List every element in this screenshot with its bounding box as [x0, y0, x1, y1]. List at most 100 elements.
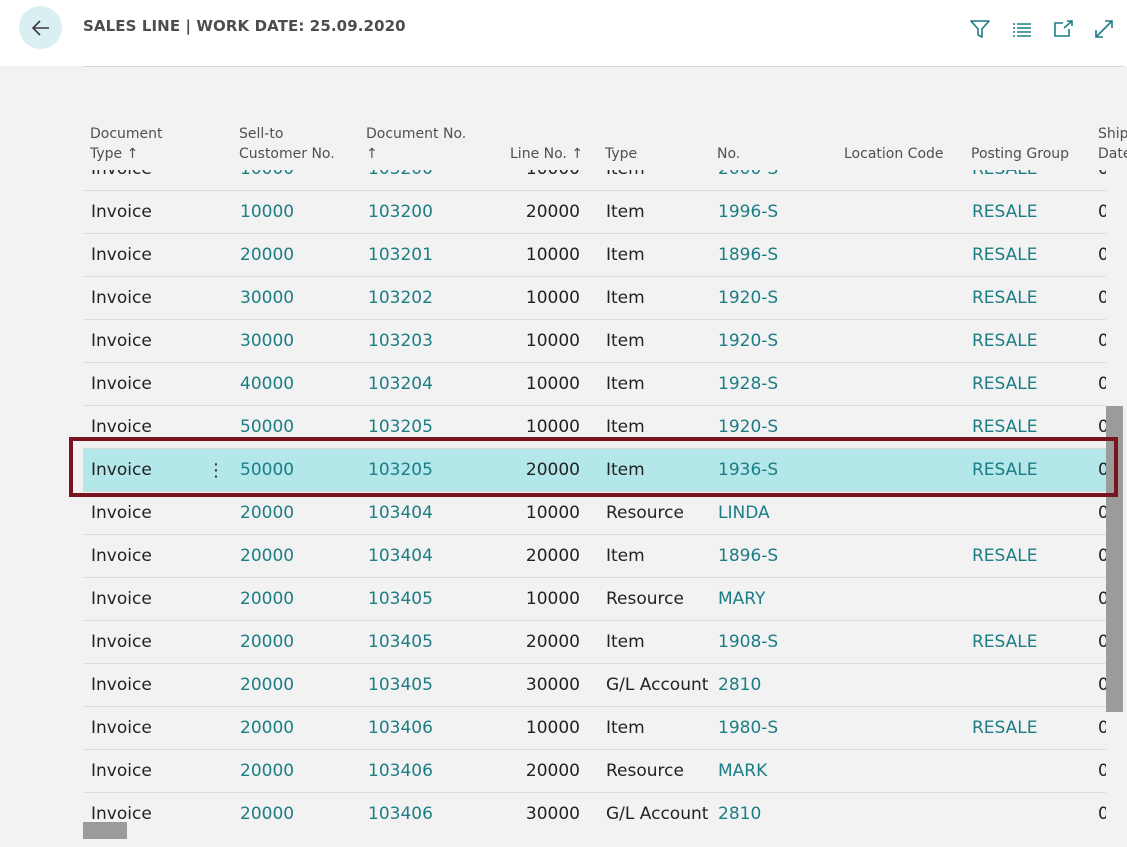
list-view-icon[interactable] — [1011, 18, 1033, 40]
cell-posting-group[interactable]: RESALE — [972, 535, 1038, 578]
cell-customer-no[interactable]: 50000 — [240, 406, 294, 449]
cell-no[interactable]: 1920-S — [718, 320, 778, 363]
cell-document-no[interactable]: 103200 — [368, 191, 433, 234]
row-actions-menu-icon[interactable]: ⋮ — [207, 449, 225, 492]
cell-no[interactable]: 1980-S — [718, 707, 778, 750]
table-row[interactable]: Invoice 20000 103406 20000 Resource MARK 0 — [83, 750, 1106, 793]
cell-customer-no[interactable]: 20000 — [240, 492, 294, 535]
cell-posting-group[interactable]: RESALE — [972, 277, 1038, 320]
cell-no[interactable]: 1896-S — [718, 535, 778, 578]
cell-document-no[interactable]: 103404 — [368, 535, 433, 578]
cell-no[interactable]: 2810 — [718, 793, 761, 822]
table-row[interactable]: Invoice 20000 103405 30000 G/L Account 2810 0 — [83, 664, 1106, 707]
horizontal-scrollbar[interactable] — [83, 822, 1106, 839]
cell-document-no[interactable]: 103405 — [368, 578, 433, 621]
filter-icon[interactable] — [969, 18, 991, 40]
column-header-document-no[interactable]: Document No. ↑ — [366, 124, 466, 164]
column-header-document-type[interactable]: Document Type ↑ — [90, 124, 163, 164]
table-row[interactable]: Invoice 40000 103204 10000 Item 1928-S RESALE 0 — [83, 363, 1106, 406]
table-row[interactable]: Invoice 20000 103405 10000 Resource MARY 0 — [83, 578, 1106, 621]
cell-customer-no[interactable]: 10000 — [240, 191, 294, 234]
table-row[interactable]: Invoice 20000 103404 20000 Item 1896-S RESALE 0 — [83, 535, 1106, 578]
cell-shipment-date: 0 — [1098, 503, 1106, 523]
cell-no[interactable]: 1996-S — [718, 191, 778, 234]
back-button[interactable] — [19, 6, 62, 49]
table-row-selected[interactable]: Invoice 50000 103205 20000 Item 1936-S RESALE 0… — [83, 449, 1106, 492]
sort-ascending-icon: ↑ — [126, 146, 139, 162]
cell-customer-no[interactable]: 20000 — [240, 750, 294, 793]
table-row[interactable]: Invoice 20000 103404 10000 Resource LINDA 0 — [83, 492, 1106, 535]
horizontal-scrollbar-thumb[interactable] — [83, 822, 127, 839]
table-row[interactable]: Invoice 20000 103201 10000 Item 1896-S RESALE 0 — [83, 234, 1106, 277]
cell-customer-no[interactable]: 10000 — [240, 170, 294, 191]
cell-posting-group[interactable]: RESALE — [972, 234, 1038, 277]
cell-document-no[interactable]: 103205 — [368, 449, 433, 492]
cell-document-no[interactable]: 103201 — [368, 234, 433, 277]
cell-shipment-date: 0 — [1098, 675, 1106, 695]
column-header-line-no[interactable]: Line No. ↑ — [510, 144, 583, 164]
cell-document-no[interactable]: 103405 — [368, 621, 433, 664]
cell-no[interactable]: 1936-S — [718, 449, 778, 492]
cell-document-no[interactable]: 103406 — [368, 793, 433, 822]
cell-no[interactable]: 1920-S — [718, 277, 778, 320]
cell-type: Item — [606, 417, 645, 437]
column-header-no[interactable]: No. — [717, 144, 740, 164]
cell-document-no[interactable]: 103406 — [368, 707, 433, 750]
cell-document-no[interactable]: 103405 — [368, 664, 433, 707]
cell-posting-group[interactable]: RESALE — [972, 621, 1038, 664]
cell-document-no[interactable]: 103200 — [368, 170, 433, 191]
cell-posting-group[interactable]: RESALE — [972, 320, 1038, 363]
table-row[interactable]: Invoice 10000 103200 10000 Item 2000-S RESALE 0 — [83, 170, 1106, 191]
cell-no[interactable]: 1920-S — [718, 406, 778, 449]
cell-no[interactable]: 2000-S — [718, 170, 778, 191]
cell-document-no[interactable]: 103202 — [368, 277, 433, 320]
cell-document-no[interactable]: 103203 — [368, 320, 433, 363]
cell-posting-group[interactable]: RESALE — [972, 191, 1038, 234]
cell-customer-no[interactable]: 50000 — [240, 449, 294, 492]
vertical-scrollbar-thumb[interactable] — [1106, 406, 1123, 712]
cell-no[interactable]: MARK — [718, 750, 767, 793]
cell-type: Item — [606, 460, 645, 480]
cell-no[interactable]: MARY — [718, 578, 765, 621]
cell-document-no[interactable]: 103406 — [368, 750, 433, 793]
cell-customer-no[interactable]: 40000 — [240, 363, 294, 406]
cell-shipment-date: 0 — [1098, 546, 1106, 566]
cell-customer-no[interactable]: 20000 — [240, 664, 294, 707]
column-header-shipment-date[interactable]: Ship Date — [1098, 124, 1127, 164]
cell-no[interactable]: 1928-S — [718, 363, 778, 406]
cell-posting-group[interactable]: RESALE — [972, 707, 1038, 750]
cell-customer-no[interactable]: 20000 — [240, 234, 294, 277]
cell-posting-group[interactable]: RESALE — [972, 449, 1038, 492]
cell-no[interactable]: 1896-S — [718, 234, 778, 277]
cell-document-no[interactable]: 103204 — [368, 363, 433, 406]
cell-customer-no[interactable]: 20000 — [240, 707, 294, 750]
cell-customer-no[interactable]: 20000 — [240, 578, 294, 621]
table-row[interactable]: Invoice 30000 103202 10000 Item 1920-S RESALE 0 — [83, 277, 1106, 320]
cell-posting-group[interactable]: RESALE — [972, 406, 1038, 449]
cell-customer-no[interactable]: 20000 — [240, 621, 294, 664]
cell-no[interactable]: LINDA — [718, 492, 770, 535]
table-row[interactable]: Invoice 10000 103200 20000 Item 1996-S RESALE 0 — [83, 191, 1106, 234]
column-header-posting-group[interactable]: Posting Group — [971, 144, 1069, 164]
cell-line-no: 30000 — [525, 804, 580, 822]
table-row[interactable]: Invoice 20000 103406 30000 G/L Account 2810 0 — [83, 793, 1106, 822]
cell-no[interactable]: 2810 — [718, 664, 761, 707]
table-row[interactable]: Invoice 20000 103405 20000 Item 1908-S RESALE 0 — [83, 621, 1106, 664]
cell-customer-no[interactable]: 20000 — [240, 535, 294, 578]
table-row[interactable]: Invoice 50000 103205 10000 Item 1920-S RESALE 0 — [83, 406, 1106, 449]
cell-customer-no[interactable]: 20000 — [240, 793, 294, 822]
cell-posting-group[interactable]: RESALE — [972, 363, 1038, 406]
table-row[interactable]: Invoice 20000 103406 10000 Item 1980-S RESALE 0 — [83, 707, 1106, 750]
cell-document-no[interactable]: 103205 — [368, 406, 433, 449]
cell-customer-no[interactable]: 30000 — [240, 277, 294, 320]
cell-document-no[interactable]: 103404 — [368, 492, 433, 535]
cell-customer-no[interactable]: 30000 — [240, 320, 294, 363]
table-row[interactable]: Invoice 30000 103203 10000 Item 1920-S RESALE 0 — [83, 320, 1106, 363]
open-new-window-icon[interactable] — [1052, 18, 1074, 40]
column-header-sell-to-customer-no[interactable]: Sell-to Customer No. — [239, 124, 335, 164]
expand-icon[interactable] — [1093, 18, 1115, 40]
column-header-type[interactable]: Type — [605, 144, 637, 164]
cell-no[interactable]: 1908-S — [718, 621, 778, 664]
cell-posting-group[interactable]: RESALE — [972, 170, 1038, 191]
column-header-location-code[interactable]: Location Code — [844, 144, 944, 164]
